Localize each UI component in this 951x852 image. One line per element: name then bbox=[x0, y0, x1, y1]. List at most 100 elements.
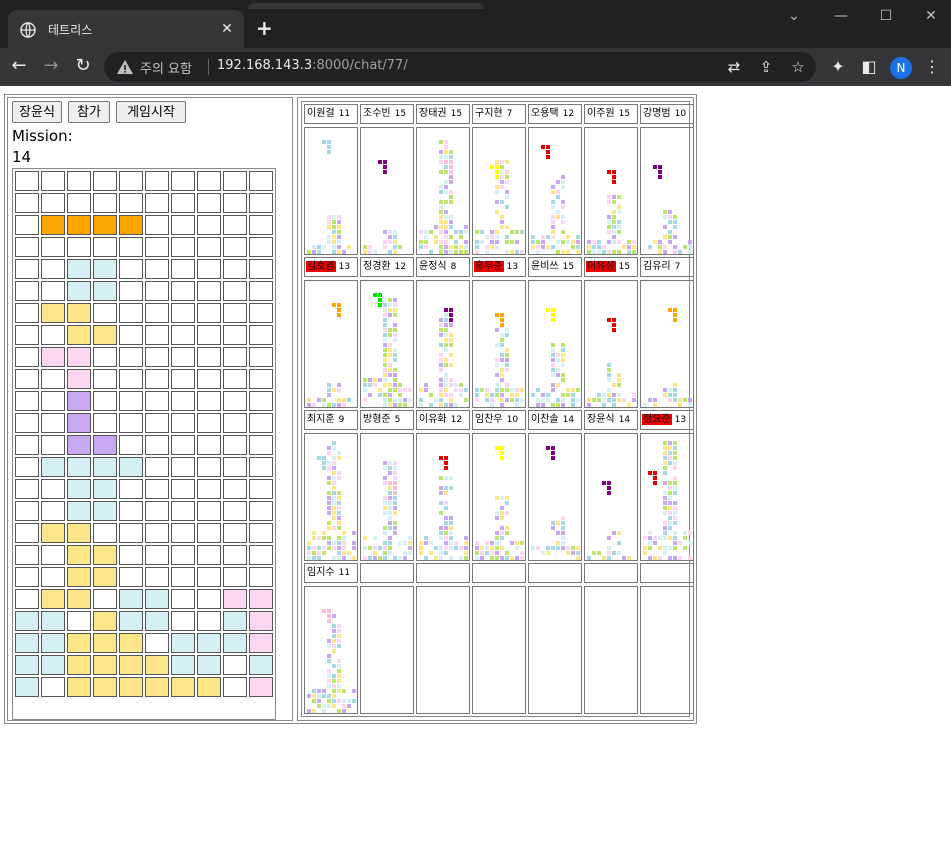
board-cell bbox=[197, 523, 221, 543]
mini-block bbox=[556, 353, 560, 357]
player-score: 15 bbox=[618, 262, 631, 272]
profile-avatar[interactable]: N bbox=[890, 57, 912, 79]
mini-block bbox=[454, 250, 458, 254]
side-panel-icon[interactable]: ◧ bbox=[859, 57, 879, 76]
mini-block bbox=[322, 689, 326, 693]
mini-block bbox=[393, 328, 397, 332]
security-warning-text[interactable]: 주의 요함 bbox=[140, 58, 192, 77]
player-mini-board bbox=[360, 280, 414, 408]
board-cell bbox=[67, 545, 91, 565]
board-cell bbox=[67, 303, 91, 323]
player-name-button[interactable]: 장윤식 bbox=[12, 101, 62, 123]
board-cell bbox=[119, 457, 143, 477]
mini-block bbox=[632, 240, 636, 244]
mini-block bbox=[617, 210, 621, 214]
board-cell bbox=[223, 523, 247, 543]
mini-block bbox=[312, 709, 316, 713]
mini-block bbox=[337, 629, 341, 633]
mini-block bbox=[393, 338, 397, 342]
board-cell bbox=[249, 523, 273, 543]
mini-block bbox=[439, 363, 443, 367]
mini-block bbox=[388, 466, 392, 470]
mini-block bbox=[449, 250, 453, 254]
board-cell bbox=[93, 523, 117, 543]
mini-block bbox=[459, 230, 463, 234]
mini-block bbox=[495, 185, 499, 189]
url-text[interactable]: 192.168.143.3:8000/chat/77/ bbox=[217, 58, 408, 73]
mini-block bbox=[332, 486, 336, 490]
mini-block bbox=[485, 398, 489, 402]
mini-block bbox=[388, 235, 392, 239]
mini-block bbox=[602, 393, 606, 397]
board-cell bbox=[223, 545, 247, 565]
mini-block bbox=[327, 674, 331, 678]
address-bar[interactable]: 주의 요함 192.168.143.3:8000/chat/77/ ⇄ ⇪ ☆ bbox=[104, 52, 816, 82]
browser-tab-active[interactable]: 테트리스 ✕ bbox=[8, 10, 244, 48]
mini-block bbox=[551, 343, 555, 347]
player-name: 이주원 bbox=[587, 108, 615, 119]
mini-block bbox=[495, 160, 499, 164]
extensions-puzzle-icon[interactable]: ✦ bbox=[828, 57, 848, 76]
mini-block bbox=[510, 393, 514, 397]
bookmark-star-icon[interactable]: ☆ bbox=[788, 58, 808, 76]
join-button[interactable]: 참가 bbox=[68, 101, 110, 123]
close-tab-icon[interactable]: ✕ bbox=[218, 20, 236, 38]
reload-icon[interactable]: ↻ bbox=[72, 56, 94, 76]
mini-block bbox=[490, 546, 494, 550]
mini-block bbox=[597, 240, 601, 244]
mini-block bbox=[439, 398, 443, 402]
back-arrow-icon[interactable]: ← bbox=[8, 56, 30, 76]
mini-block bbox=[449, 235, 453, 239]
start-game-button[interactable]: 게임시작 bbox=[116, 101, 186, 123]
new-tab-button[interactable]: + bbox=[256, 18, 273, 38]
mini-block bbox=[464, 546, 468, 550]
minimize-icon[interactable]: — bbox=[826, 8, 856, 24]
mini-block bbox=[475, 230, 479, 234]
mini-block bbox=[332, 629, 336, 633]
mini-block bbox=[556, 240, 560, 244]
background-tab[interactable] bbox=[248, 3, 484, 9]
mini-block bbox=[556, 373, 560, 377]
mini-block bbox=[327, 644, 331, 648]
mini-block bbox=[444, 338, 448, 342]
share-icon[interactable]: ⇪ bbox=[756, 58, 776, 76]
mini-block bbox=[464, 541, 468, 545]
board-cell bbox=[93, 435, 117, 455]
active-piece-block bbox=[612, 180, 616, 184]
forward-arrow-icon[interactable]: → bbox=[40, 56, 62, 76]
mini-block bbox=[342, 398, 346, 402]
mini-block bbox=[337, 664, 341, 668]
mini-block bbox=[388, 551, 392, 555]
mini-block bbox=[520, 541, 524, 545]
mini-block bbox=[673, 461, 677, 465]
maximize-icon[interactable]: ☐ bbox=[871, 8, 901, 24]
warning-icon[interactable] bbox=[116, 58, 134, 76]
translate-icon[interactable]: ⇄ bbox=[724, 58, 744, 76]
mini-block bbox=[408, 551, 412, 555]
mini-block bbox=[536, 250, 540, 254]
mini-block bbox=[551, 230, 555, 234]
mini-block bbox=[378, 393, 382, 397]
player-name-cell: 김유리 7 bbox=[640, 257, 694, 277]
mini-block bbox=[332, 546, 336, 550]
board-cell bbox=[67, 369, 91, 389]
mini-block bbox=[378, 378, 382, 382]
mini-block bbox=[332, 481, 336, 485]
mini-block bbox=[332, 220, 336, 224]
board-cell bbox=[145, 281, 169, 301]
mini-block bbox=[403, 388, 407, 392]
mini-block bbox=[515, 398, 519, 402]
mini-block bbox=[337, 699, 341, 703]
player-name-cell: 강명범 10 bbox=[640, 104, 694, 124]
mini-block bbox=[383, 466, 387, 470]
mini-block bbox=[388, 526, 392, 530]
close-window-icon[interactable]: ✕ bbox=[916, 8, 946, 24]
board-cell bbox=[171, 281, 195, 301]
mini-block bbox=[673, 536, 677, 540]
chevron-down-icon[interactable]: ⌄ bbox=[779, 8, 809, 24]
mini-block bbox=[312, 403, 316, 407]
mini-block bbox=[617, 531, 621, 535]
board-cell bbox=[93, 369, 117, 389]
mini-block bbox=[439, 220, 443, 224]
more-menu-icon[interactable]: ⋮ bbox=[922, 57, 942, 76]
